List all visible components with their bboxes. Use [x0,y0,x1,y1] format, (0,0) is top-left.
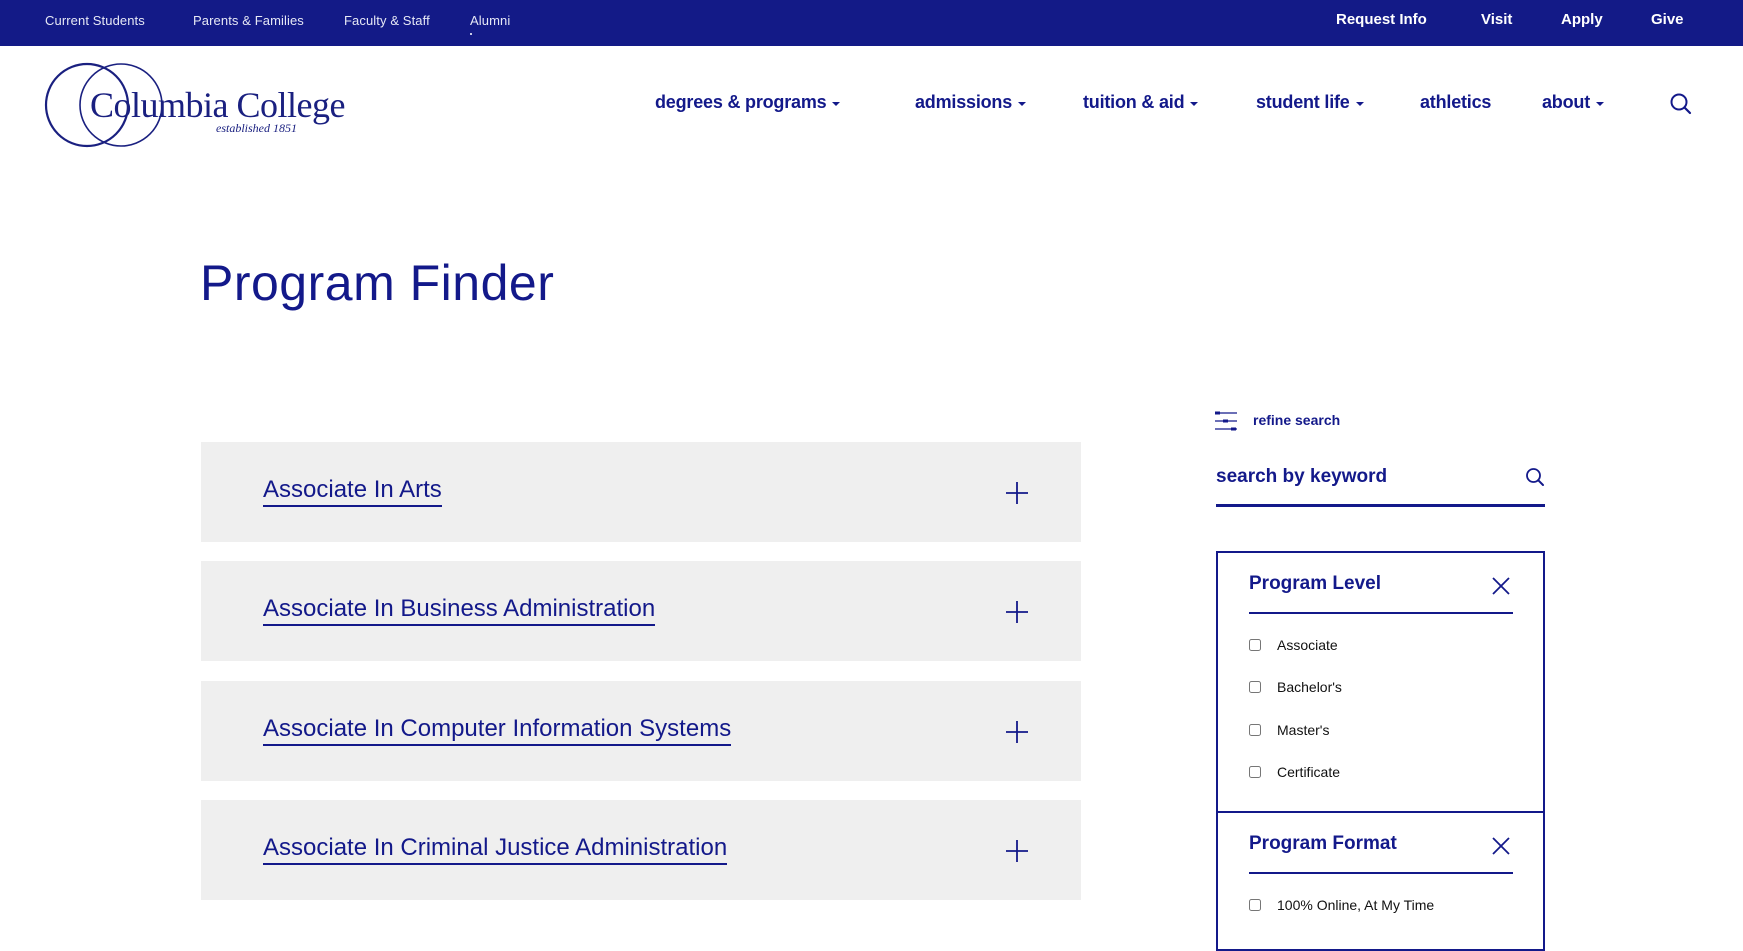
util-link-faculty-staff[interactable]: Faculty & Staff [344,13,430,28]
checkbox[interactable] [1249,766,1261,778]
option-label: Master's [1277,722,1330,738]
keyword-search-field [1216,458,1545,507]
filter-group-program-level: Program Level Associate Bachelor's Maste… [1216,551,1545,813]
nav-label: degrees & programs [655,92,827,112]
page-title: Program Finder [200,255,555,311]
plus-icon[interactable] [1005,600,1029,624]
nav-athletics[interactable]: athletics [1420,92,1491,113]
nav-degrees-programs[interactable]: degrees & programs [655,92,841,113]
program-link[interactable]: Associate In Arts [263,476,442,507]
visit-link[interactable]: Visit [1481,11,1512,28]
checkbox[interactable] [1249,681,1261,693]
util-link-parents-families[interactable]: Parents & Families [193,13,304,28]
caret-down-icon [1355,101,1364,106]
nav-label: athletics [1420,92,1492,112]
checkbox[interactable] [1249,639,1261,651]
filter-option[interactable]: Certificate [1249,764,1340,780]
caret-down-icon [1190,101,1199,106]
request-info-link[interactable]: Request Info [1336,11,1427,28]
program-accordion-item[interactable]: Associate In Criminal Justice Administra… [201,800,1081,900]
program-link[interactable]: Associate In Computer Information System… [263,715,732,746]
checkbox[interactable] [1249,899,1261,911]
nav-label: tuition & aid [1083,92,1185,112]
option-label: Associate [1277,637,1338,653]
caret-down-icon [1596,101,1604,106]
nav-student-life[interactable]: student life [1256,92,1364,113]
filter-option[interactable]: Bachelor's [1249,679,1342,695]
logo-wordmark: Columbia College [90,85,345,125]
option-label: Certificate [1277,764,1341,780]
caret-down-icon [1018,101,1027,106]
nav-label: student life [1256,92,1350,112]
filter-option[interactable]: Master's [1249,722,1329,738]
filter-option[interactable]: Associate [1249,637,1338,653]
program-accordion-item[interactable]: Associate In Arts [201,442,1081,542]
apply-link[interactable]: Apply [1561,11,1603,28]
nav-label: admissions [915,92,1013,112]
checkbox[interactable] [1249,724,1261,736]
plus-icon[interactable] [1005,720,1029,744]
program-accordion-item[interactable]: Associate In Business Administration [201,561,1081,661]
college-logo[interactable]: Columbia College established 1851 [44,62,345,152]
keyword-search-input[interactable] [1216,462,1506,492]
filter-title: Program Level [1249,573,1381,594]
option-label: Bachelor's [1277,679,1342,695]
filter-group-program-format: Program Format 100% Online, At My Time [1216,811,1545,951]
close-icon[interactable] [1490,835,1512,857]
give-link[interactable]: Give [1651,11,1684,28]
sliders-icon[interactable] [1215,410,1237,432]
close-icon[interactable] [1490,575,1512,597]
divider [1249,612,1513,614]
nav-admissions[interactable]: admissions [915,92,1027,113]
nav-label: about [1542,92,1590,112]
program-accordion-item[interactable]: Associate In Computer Information System… [201,681,1081,781]
logo-tagline: established 1851 [216,121,297,135]
plus-icon[interactable] [1005,839,1029,863]
divider [1249,872,1513,874]
util-link-alumni[interactable]: Alumni [470,13,510,28]
program-link[interactable]: Associate In Business Administration [263,595,656,626]
program-link[interactable]: Associate In Criminal Justice Administra… [263,834,728,865]
plus-icon[interactable] [1005,481,1029,505]
search-icon[interactable] [1525,467,1545,487]
search-icon[interactable] [1669,92,1693,116]
refine-search-label[interactable]: refine search [1253,412,1340,428]
nav-tuition-aid[interactable]: tuition & aid [1083,92,1199,113]
util-link-current-students[interactable]: Current Students [45,13,145,28]
nav-about[interactable]: about [1542,92,1604,113]
option-label: 100% Online, At My Time [1277,897,1435,913]
filter-title: Program Format [1249,833,1397,854]
filter-option[interactable]: 100% Online, At My Time [1249,897,1434,913]
focus-indicator [470,33,472,35]
caret-down-icon [832,101,841,106]
utility-bar: Current Students Parents & Families Facu… [0,0,1743,46]
